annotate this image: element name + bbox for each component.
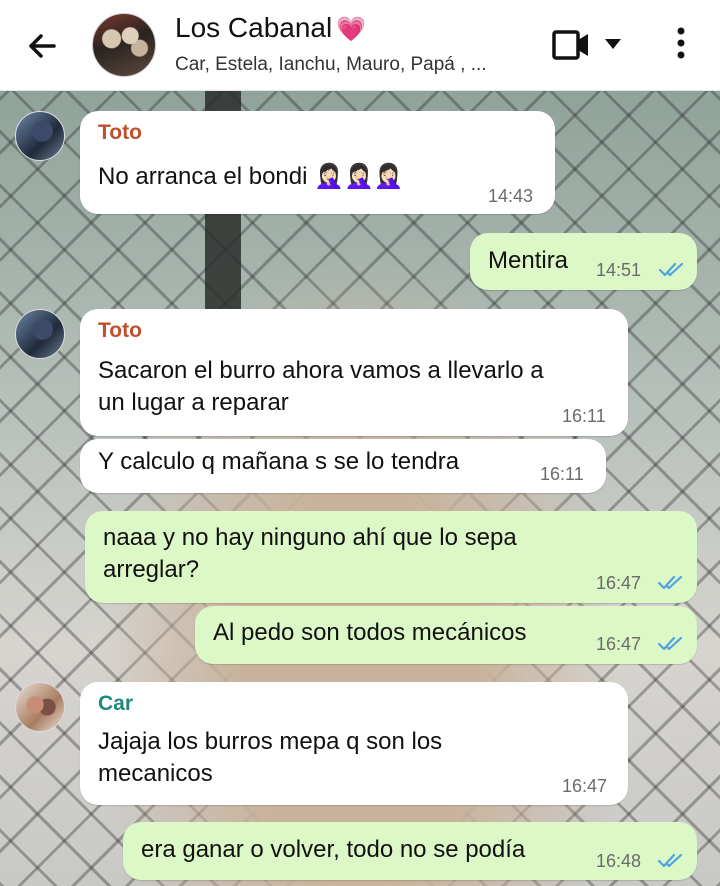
sender-avatar-toto[interactable] <box>15 309 65 359</box>
pink-heart-emoji: 💗 <box>336 16 367 43</box>
message-bubble-incoming[interactable]: Toto No arranca el bondi 🤦🏻‍♀️🤦🏻‍♀️🤦🏻‍♀️… <box>80 111 555 214</box>
sender-avatar-car[interactable] <box>15 682 65 732</box>
message-text: Al pedo son todos mecánicos <box>213 619 527 646</box>
message-time: 14:43 <box>488 186 534 206</box>
message-bubble-outgoing[interactable]: naaa y no hay ninguno ahí que lo sepa ar… <box>85 511 697 603</box>
message-time: 16:47 <box>596 634 642 654</box>
video-call-icon[interactable] <box>552 28 592 62</box>
message-text-line-2: un lugar a reparar <box>98 389 289 416</box>
sender-avatar-toto[interactable] <box>15 111 65 161</box>
message-text-line-2: arreglar? <box>103 556 200 583</box>
message-bubble-incoming[interactable]: Car Jajaja los burros mepa q son los mec… <box>80 682 628 805</box>
message-text: Y calculo q mañana s se lo tendra <box>98 448 460 475</box>
chat-area[interactable]: Toto No arranca el bondi 🤦🏻‍♀️🤦🏻‍♀️🤦🏻‍♀️… <box>0 91 720 886</box>
message-bubble-outgoing[interactable]: Al pedo son todos mecánicos 16:47 <box>195 606 697 664</box>
message-text-line-1: Sacaron el burro ahora vamos a llevarlo … <box>98 357 544 384</box>
read-receipt-icon <box>657 853 683 868</box>
chat-header: Los Cabanal 💗 Car, Estela, Ianchu, Mauro,… <box>0 0 720 91</box>
message-bubble-incoming[interactable]: Y calculo q mañana s se lo tendra 16:11 <box>80 439 606 493</box>
message-text: Mentira <box>488 247 569 274</box>
message-time: 16:11 <box>540 464 584 484</box>
group-members: Car, Estela, Ianchu, Mauro, Papá , ... <box>175 54 487 75</box>
message-bubble-outgoing[interactable]: Mentira 14:51 <box>470 233 697 290</box>
group-avatar[interactable] <box>92 13 156 77</box>
message-time: 14:51 <box>596 260 642 280</box>
message-time: 16:48 <box>596 851 642 871</box>
message-time: 16:47 <box>596 573 642 593</box>
message-text-line-1: naaa y no hay ninguno ahí que lo sepa <box>103 524 517 551</box>
message-text: No arranca el bondi 🤦🏻‍♀️🤦🏻‍♀️🤦🏻‍♀️ <box>98 163 404 190</box>
group-title-text: Los Cabanal <box>175 12 333 43</box>
message-bubble-outgoing[interactable]: era ganar o volver, todo no se podía 16:… <box>123 822 697 880</box>
sender-name: Car <box>98 692 134 715</box>
message-time: 16:47 <box>562 776 608 796</box>
message-bubble-incoming[interactable]: Toto Sacaron el burro ahora vamos a llev… <box>80 309 628 436</box>
read-receipt-icon <box>657 636 683 651</box>
message-text-line-1: Jajaja los burros mepa q son los <box>98 728 443 755</box>
message-time: 16:11 <box>562 406 606 426</box>
more-options-icon[interactable] <box>676 26 686 60</box>
group-info[interactable]: Los Cabanal 💗 Car, Estela, Ianchu, Mauro,… <box>175 12 487 76</box>
message-text-line-2: mecanicos <box>98 760 213 787</box>
message-text: era ganar o volver, todo no se podía <box>141 836 526 863</box>
dropdown-caret-icon[interactable] <box>604 38 622 50</box>
sender-name: Toto <box>98 121 142 144</box>
back-arrow-icon[interactable] <box>22 26 62 66</box>
sender-name: Toto <box>98 319 142 342</box>
group-title: Los Cabanal 💗 <box>175 12 487 46</box>
read-receipt-icon <box>658 262 684 277</box>
read-receipt-icon <box>657 575 683 590</box>
